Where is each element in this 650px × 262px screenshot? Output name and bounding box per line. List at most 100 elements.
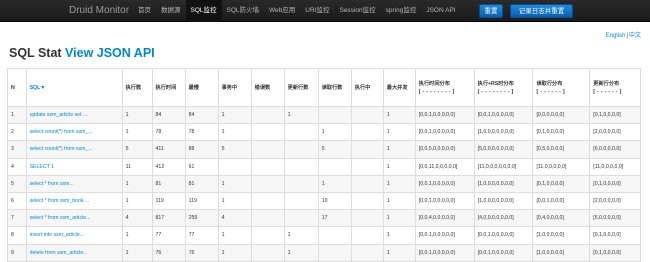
nav-item-sql-monitor[interactable]: SQL监控	[185, 0, 222, 22]
table-cell-exec-time-hist: [0,0,1,0,0,0,0,0]	[414, 226, 475, 245]
nav-item-home[interactable]: 首页	[133, 0, 156, 22]
table-cell-in-txn: 4	[217, 209, 252, 228]
nav-item-web-app[interactable]: Web应用	[264, 0, 300, 22]
sql-link[interactable]: select * from ssm_book ...	[25, 191, 123, 211]
table-cell-running	[350, 157, 384, 176]
sql-link[interactable]: insert into ssm_article...	[25, 226, 123, 245]
table-cell-exec-count: 1	[121, 226, 153, 245]
table-cell-exec-time: 412	[151, 157, 186, 176]
table-row: 3 select count(*) from ssm_... 5 411 88 5 5 1 [0…	[7, 140, 641, 159]
table-cell-update-rows	[283, 191, 319, 211]
table-cell-slowest: 78	[184, 123, 219, 142]
table-cell-update-rows-hist: [0,1,0,0,0,0]	[589, 174, 641, 193]
col-header-label: 错误数	[254, 85, 271, 91]
nav-item-session-monitor[interactable]: Session监控	[334, 0, 380, 22]
sql-link[interactable]: delete from ssm_article...	[25, 243, 123, 262]
sql-link[interactable]: select * from ssm...	[25, 174, 123, 193]
reset-button[interactable]: 重置	[479, 4, 503, 18]
table-cell-update-rows	[283, 209, 319, 228]
nav-item-sql-firewall[interactable]: SQL防火墙	[222, 0, 265, 22]
table-row: 8 insert into ssm_article... 1 77 77 1 1 1 [0,0,…	[7, 226, 641, 245]
table-cell-in-txn: 1	[217, 123, 252, 142]
table-cell-exec-count: 1	[121, 123, 153, 142]
table-cell-n: 8	[7, 226, 27, 245]
view-json-api-link[interactable]: View JSON API	[65, 46, 155, 60]
log-and-reset-button[interactable]: 记录日志并重置	[510, 4, 573, 18]
table-cell-exec-time: 76	[151, 243, 186, 262]
table-cell-slowest: 88	[184, 140, 219, 159]
col-header-exec-time: 执行时间	[151, 68, 186, 107]
table-row: 2 select count(*) from ssm_... 1 78 78 1 1 1 [0,…	[7, 123, 641, 142]
table-cell-fetch-rows-hist: [1,0,0,0,0,0]	[532, 243, 591, 262]
table-cell-update-rows: 1	[283, 226, 319, 245]
table-cell-error-count	[250, 243, 285, 262]
nav-item-uri-monitor[interactable]: URI监控	[300, 0, 334, 22]
table-cell-in-txn: 1	[217, 105, 252, 125]
table-cell-running	[350, 226, 384, 245]
table-cell-exec-time-hist: [0,0,1,0,0,0,0,0]	[414, 123, 475, 142]
table-cell-fetch-rows	[317, 157, 352, 176]
table-cell-n: 9	[7, 243, 27, 262]
col-header-sql[interactable]: SQL▼	[25, 68, 123, 107]
table-row: 5 select * from ssm... 1 81 81 1 1 1 [0,0,1,0,0,…	[7, 174, 641, 193]
table-row: 4 SELECT 1 11 412 61 1 [0,0,11,0,0,0,0,0] [11,0…	[7, 157, 641, 176]
col-header-update-rows: 更新行数	[283, 68, 319, 107]
table-cell-slowest: 77	[184, 226, 219, 245]
table-cell-update-rows	[283, 174, 319, 193]
col-header-slowest: 最慢	[184, 68, 219, 107]
table-cell-max-concurrent: 1	[382, 243, 416, 262]
col-header-range: [ - - - - - - - - ]	[477, 89, 514, 95]
table-cell-running	[350, 174, 384, 193]
nav-item-json-api[interactable]: JSON API	[421, 0, 460, 22]
table-cell-exec-count: 1	[121, 105, 153, 125]
nav-item-datasource[interactable]: 数据源	[156, 0, 186, 22]
page-title: SQL Stat View JSON API	[9, 46, 155, 60]
col-header-exec-rs-hist: 执行+RS时分布 [ - - - - - - - - ]	[473, 68, 534, 107]
table-cell-fetch-rows-hist: [11,0,0,0,0,0]	[532, 157, 591, 176]
sql-link[interactable]: select * from ssm_article...	[25, 209, 123, 228]
col-header-label: 最大并发	[386, 85, 408, 91]
page-title-text: SQL Stat	[9, 46, 66, 60]
table-cell-n: 4	[7, 157, 27, 176]
sql-link[interactable]: SELECT 1	[25, 157, 123, 176]
table-cell-running	[350, 140, 384, 159]
nav-item-spring-monitor[interactable]: spring监控	[381, 0, 422, 22]
table-cell-fetch-rows: 1	[317, 174, 352, 193]
table-cell-exec-time-hist: [0,0,1,0,0,0,0,0]	[414, 191, 475, 211]
table-cell-running	[350, 105, 384, 125]
table-cell-error-count	[250, 140, 285, 159]
table-cell-update-rows-hist: [2,0,0,0,0,0]	[589, 191, 641, 211]
table-cell-running	[350, 243, 384, 262]
table-header-row: N SQL▼ 执行数 执行时间 最慢 事务中 错误数 更新行数 读取行数 执行中 最大并发 执行时间分…	[7, 68, 641, 107]
table-cell-exec-rs-hist: [1,0,0,0,0,0,0,0]	[473, 174, 534, 193]
table-cell-in-txn: 1	[217, 226, 252, 245]
table-cell-exec-rs-hist: [1,0,0,0,0,0,0,0]	[473, 191, 534, 211]
table-cell-n: 7	[7, 209, 27, 228]
table-cell-exec-time-hist: [0,0,11,0,0,0,0,0]	[414, 157, 475, 176]
table-cell-exec-time-hist: [0,0,5,0,0,0,0,0]	[414, 140, 475, 159]
table-cell-exec-rs-hist: [5,0,0,0,0,0,0,0]	[473, 140, 534, 159]
sql-link[interactable]: select count(*) from ssm_...	[25, 140, 123, 159]
table-cell-exec-count: 1	[121, 174, 153, 193]
sql-stat-table: N SQL▼ 执行数 执行时间 最慢 事务中 错误数 更新行数 读取行数 执行中 最大并发 执行时间分…	[7, 68, 641, 262]
sql-link[interactable]: update ssm_article set ...	[25, 105, 123, 125]
col-header-label: 执行+RS时分布	[477, 81, 514, 87]
table-cell-exec-count: 1	[121, 191, 153, 211]
chinese-link[interactable]: 中文	[629, 33, 641, 39]
table-cell-fetch-rows: 17	[317, 209, 352, 228]
brand-title[interactable]: Druid Monitor	[69, 5, 133, 16]
table-cell-max-concurrent: 1	[382, 140, 416, 159]
table-cell-exec-count: 1	[121, 243, 153, 262]
table-row: 1 update ssm_article set ... 1 84 84 1 1 1 [0,0,…	[7, 105, 641, 125]
table-cell-n: 5	[7, 174, 27, 193]
col-header-label: 执行时间分布	[418, 81, 450, 87]
table-row: 9 delete from ssm_article... 1 76 76 1 1 1 [0,0,…	[7, 243, 641, 262]
col-header-n: N	[7, 68, 27, 107]
table-cell-exec-time-hist: [0,0,1,0,0,0,0,0]	[414, 174, 475, 193]
table-cell-error-count	[250, 209, 285, 228]
col-header-label: 执行数	[125, 85, 142, 91]
table-cell-update-rows	[283, 123, 319, 142]
english-link[interactable]: English	[606, 33, 626, 39]
sql-link[interactable]: select count(*) from ssm_...	[25, 123, 123, 142]
table-cell-n: 1	[7, 105, 27, 125]
